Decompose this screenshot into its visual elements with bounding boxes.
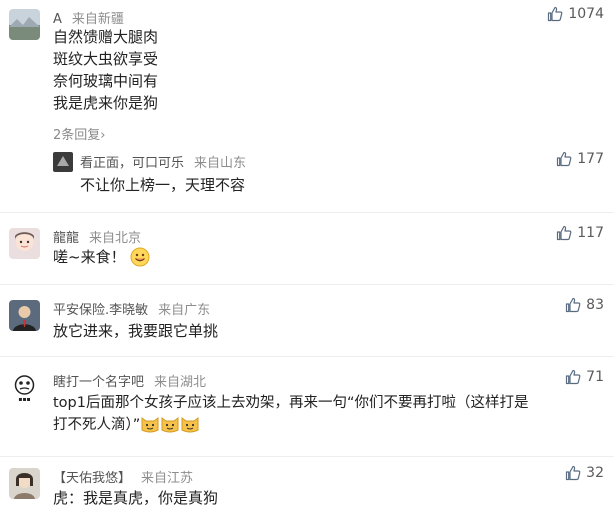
- avatar[interactable]: ▪▪▪: [9, 372, 40, 403]
- reply-item: 看正面，可口可乐 来自山东 177 不让你上榜一，天理不容: [0, 148, 614, 200]
- comment-meta: 龍龍 来自北京: [53, 227, 141, 246]
- location: 来自北京: [89, 231, 142, 246]
- thumbs-up-icon: [566, 369, 581, 385]
- avatar[interactable]: [9, 228, 40, 259]
- like-button[interactable]: 117: [556, 225, 604, 241]
- comment-meta: 【天佑我悠】 来自江苏: [53, 467, 193, 486]
- comment-text: top1后面那个女孩子应该上去劝架，再来一句“你们不要再打啦（这样打是 打不死人…: [53, 392, 529, 436]
- text-line: top1后面那个女孩子应该上去劝架，再来一句“你们不要再打啦（这样打是: [53, 395, 529, 411]
- avatar[interactable]: [9, 9, 40, 40]
- like-count: 177: [577, 151, 604, 167]
- comment-text: 嗟~来食！: [53, 246, 150, 268]
- reply-avatar[interactable]: [53, 152, 73, 172]
- username[interactable]: 瞎打一个名字吧: [53, 375, 144, 390]
- thumbs-up-icon: [557, 151, 572, 167]
- text-line: 斑纹大虫欲享受: [53, 50, 159, 68]
- divider: [0, 284, 614, 285]
- comment-meta: A 来自新疆: [53, 8, 124, 27]
- cat-emoji: [180, 414, 200, 434]
- text-line-part: 打不死人滴）”: [53, 417, 141, 433]
- comment-text: 自然馈赠大腿肉 斑纹大虫欲享受 奈何玻璃中间有 我是虎来你是狗: [53, 26, 158, 114]
- like-count: 1074: [568, 6, 604, 22]
- like-button[interactable]: 71: [565, 369, 604, 385]
- location: 来自湖北: [154, 375, 207, 390]
- divider: [0, 356, 614, 357]
- username[interactable]: 看正面，可口可乐: [80, 156, 184, 171]
- svg-text:▪▪▪: ▪▪▪: [18, 396, 30, 403]
- reply-text: 不让你上榜一，天理不容: [80, 176, 246, 194]
- like-button[interactable]: 177: [556, 151, 604, 167]
- comment-meta: 平安保险.李晓敏 来自广东: [53, 299, 210, 318]
- thumbs-up-icon: [566, 297, 581, 313]
- like-count: 117: [577, 225, 604, 241]
- location: 来自江苏: [141, 471, 194, 486]
- comment-2: 龍龍 来自北京 117 嗟~来食！: [0, 218, 614, 288]
- thumbs-up-icon: [548, 6, 563, 22]
- comment-text: 放它进来，我要跟它单挑: [53, 322, 219, 340]
- comment-4: ▪▪▪ 瞎打一个名字吧 来自湖北 71 top1后面那个女孩子应该上去劝架，再来一…: [0, 362, 614, 454]
- avatar[interactable]: [9, 468, 40, 499]
- text-line: 我是虎来你是狗: [53, 94, 159, 112]
- comment-text: 虎：我是真虎，你是真狗: [53, 489, 219, 507]
- reply-meta: 看正面，可口可乐 来自山东: [80, 152, 246, 171]
- replies-link[interactable]: 2条回复›: [53, 124, 105, 143]
- thumbs-up-icon: [557, 225, 572, 241]
- divider: [0, 212, 614, 213]
- comment-3: 平安保险.李晓敏 来自广东 83 放它进来，我要跟它单挑: [0, 290, 614, 360]
- text-line: 打不死人滴）”: [53, 414, 529, 436]
- replies-label: 2条回复: [53, 128, 101, 143]
- comment-5: 【天佑我悠】 来自江苏 32 虎：我是真虎，你是真狗: [0, 460, 614, 513]
- like-count: 32: [586, 465, 604, 481]
- text-line: 嗟~来食！: [53, 248, 126, 266]
- username[interactable]: 平安保险.李晓敏: [53, 303, 148, 318]
- avatar[interactable]: [9, 300, 40, 331]
- comment-1: A 来自新疆 1074 自然馈赠大腿肉 斑纹大虫欲享受 奈何玻璃中间有 我是虎来你…: [0, 0, 614, 206]
- location: 来自新疆: [71, 12, 124, 27]
- text-line: 自然馈赠大腿肉: [53, 28, 159, 46]
- text-line: 奈何玻璃中间有: [53, 72, 159, 90]
- smile-emoji: [130, 247, 150, 267]
- username[interactable]: A: [53, 12, 62, 27]
- like-count: 83: [586, 297, 604, 313]
- like-button[interactable]: 1074: [547, 6, 604, 22]
- cat-emoji: [160, 414, 180, 434]
- chevron-right-icon: ›: [100, 128, 106, 143]
- like-count: 71: [586, 369, 604, 385]
- username[interactable]: 【天佑我悠】: [53, 471, 131, 486]
- location: 来自山东: [194, 156, 247, 171]
- like-button[interactable]: 83: [565, 297, 604, 313]
- like-button[interactable]: 32: [565, 465, 604, 481]
- thumbs-up-icon: [566, 465, 581, 481]
- comment-meta: 瞎打一个名字吧 来自湖北: [53, 371, 206, 390]
- divider: [0, 456, 614, 457]
- location: 来自广东: [158, 303, 211, 318]
- cat-emoji: [140, 414, 160, 434]
- username[interactable]: 龍龍: [53, 231, 79, 246]
